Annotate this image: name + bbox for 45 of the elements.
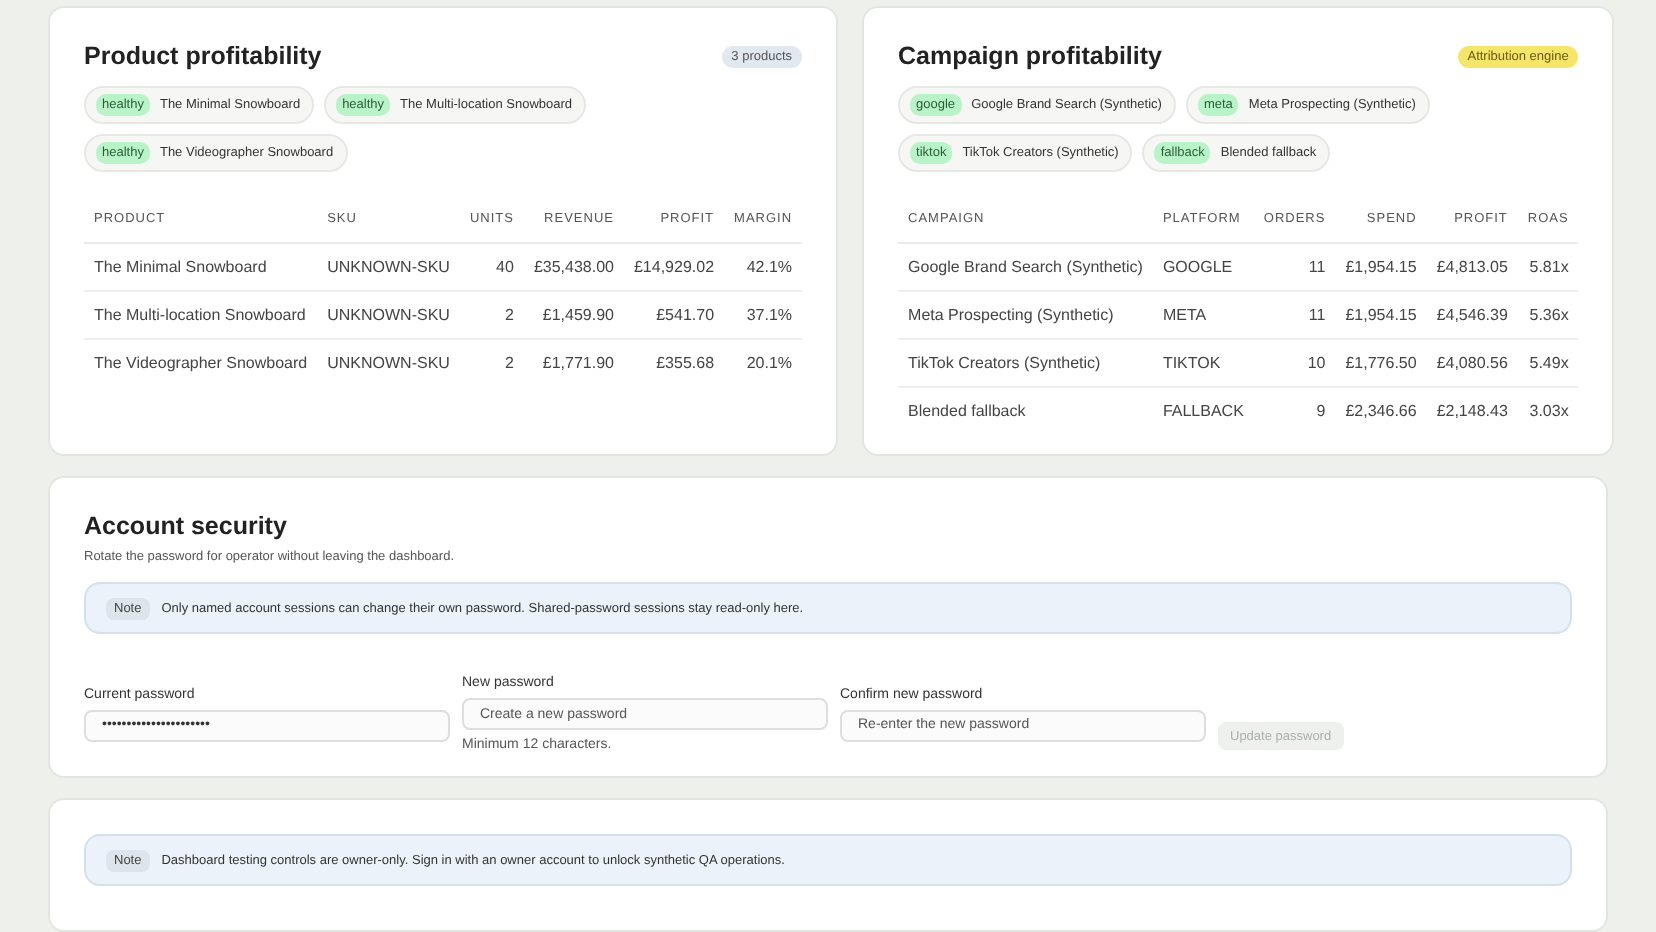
- table-cell: TikTok Creators (Synthetic): [898, 339, 1153, 387]
- table-cell: 3.03x: [1517, 387, 1579, 434]
- table-cell: UNKNOWN-SKU: [317, 291, 460, 339]
- table-cell: £1,954.15: [1335, 291, 1427, 339]
- table-cell: 10: [1253, 339, 1336, 387]
- table-cell: 2: [459, 291, 524, 339]
- table-cell: FALLBACK: [1152, 387, 1254, 434]
- table-cell: 11: [1253, 291, 1336, 339]
- table-cell: £2,346.66: [1335, 387, 1427, 434]
- table-cell: The Minimal Snowboard: [84, 243, 318, 291]
- table-cell: £1,954.15: [1335, 243, 1427, 291]
- table-cell: The Multi-location Snowboard: [84, 291, 318, 339]
- table-cell: £4,546.39: [1426, 291, 1518, 339]
- table-cell: UNKNOWN-SKU: [317, 339, 460, 386]
- table-cell: £1,459.90: [523, 291, 624, 339]
- card-title: Campaign profitability: [898, 42, 1162, 70]
- table-cell: £1,776.50: [1335, 339, 1427, 387]
- table-cell: 40: [459, 243, 524, 291]
- table-cell: META: [1152, 291, 1254, 339]
- table-cell: 9: [1253, 387, 1336, 434]
- table-cell: 42.1%: [724, 243, 803, 291]
- table-cell: 11: [1253, 243, 1336, 291]
- card-title: Product profitability: [84, 42, 322, 70]
- table-cell: Meta Prospecting (Synthetic): [898, 291, 1153, 339]
- table-cell: 5.36x: [1517, 291, 1579, 339]
- table-cell: £14,929.02: [623, 243, 725, 291]
- table-cell: £35,438.00: [523, 243, 624, 291]
- table-cell: £2,148.43: [1426, 387, 1518, 434]
- section-title: Account security: [84, 512, 289, 540]
- table-cell: 20.1%: [724, 339, 803, 386]
- table-cell: £4,080.56: [1426, 339, 1518, 387]
- table-cell: £541.70: [623, 291, 725, 339]
- table-cell: Google Brand Search (Synthetic): [898, 243, 1153, 291]
- table-cell: Blended fallback: [898, 387, 1153, 434]
- table-cell: £4,813.05: [1426, 243, 1518, 291]
- table-cell: GOOGLE: [1152, 243, 1254, 291]
- table-cell: £355.68: [623, 339, 725, 386]
- table-cell: 2: [459, 339, 524, 386]
- table-cell: 5.49x: [1517, 339, 1579, 387]
- table-cell: 37.1%: [724, 291, 803, 339]
- table-cell: UNKNOWN-SKU: [317, 243, 460, 291]
- table-cell: £1,771.90: [523, 339, 624, 386]
- table-cell: 5.81x: [1517, 243, 1579, 291]
- table-cell: TIKTOK: [1152, 339, 1254, 387]
- table-cell: The Videographer Snowboard: [84, 339, 318, 386]
